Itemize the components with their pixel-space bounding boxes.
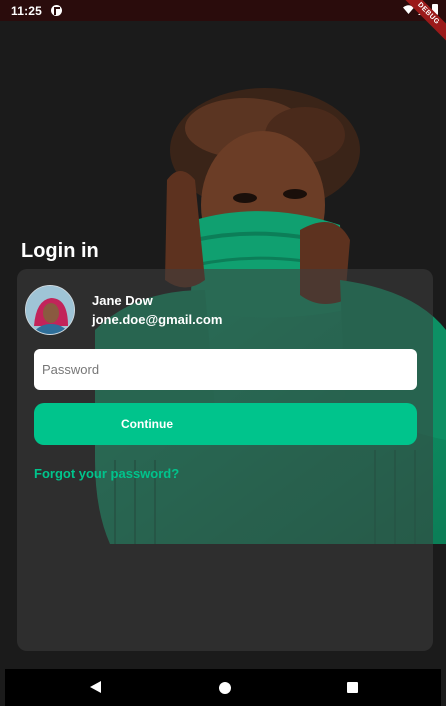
- app-icon: [51, 5, 62, 16]
- forgot-password-link[interactable]: Forgot your password?: [34, 466, 179, 481]
- navigation-bar: [5, 669, 441, 706]
- back-icon[interactable]: [90, 681, 101, 693]
- phone-screen: 11:25 DEBUG Login in Jane Dow jone.doe@g…: [0, 0, 446, 706]
- password-input[interactable]: [34, 349, 417, 390]
- status-time: 11:25: [11, 4, 43, 18]
- recents-icon[interactable]: [347, 682, 358, 693]
- continue-button[interactable]: Continue: [34, 403, 417, 445]
- status-bar: 11:25: [0, 0, 446, 21]
- avatar-image: [26, 286, 74, 334]
- home-icon[interactable]: [219, 682, 231, 694]
- avatar: [25, 285, 75, 335]
- user-email: jone.doe@gmail.com: [92, 312, 223, 327]
- login-card: Jane Dow jone.doe@gmail.com Continue For…: [17, 269, 433, 651]
- user-name: Jane Dow: [92, 293, 153, 308]
- page-title: Login in: [21, 240, 99, 262]
